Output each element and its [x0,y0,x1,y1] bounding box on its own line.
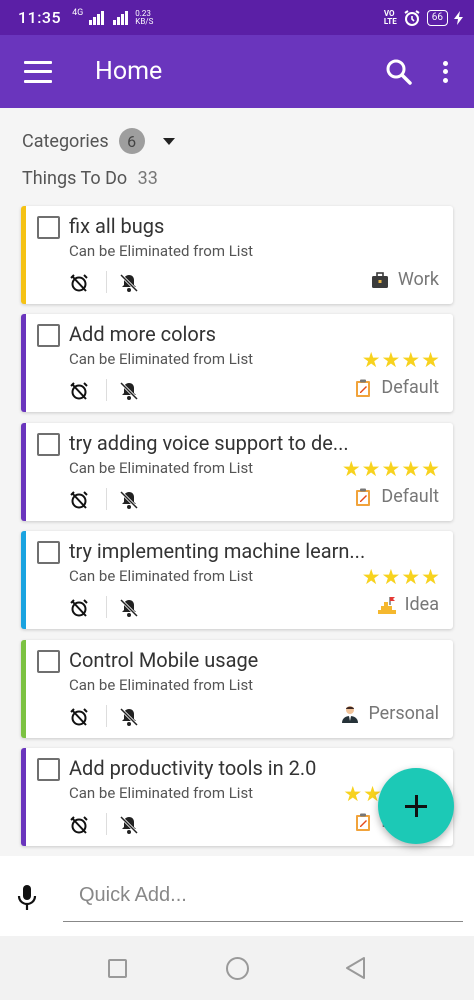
things-to-do-row: Things To Do 33 [22,168,158,189]
quick-add-bar [0,856,474,936]
recent-apps-icon[interactable] [108,959,127,978]
volte-icon: VO LTE [383,9,397,26]
alarm-off-icon[interactable] [69,815,89,835]
task-category-label: Personal [368,703,439,724]
task-checkbox[interactable] [37,324,60,347]
categories-count-badge: 6 [118,128,145,154]
task-subtitle: Can be Eliminated from List [69,784,254,802]
alarm-off-icon[interactable] [69,707,89,727]
task-category[interactable]: Default [353,486,439,507]
network-type: 4G [72,8,84,18]
task-title: try implementing machine learn... [69,539,366,563]
priority-stars: ★★★★ [361,349,441,373]
page-title: Home [95,57,163,86]
alarm-off-icon[interactable] [69,273,89,293]
task-subtitle: Can be Eliminated from List [69,676,254,694]
task-checkbox[interactable] [37,216,60,239]
task-category-label: Default [381,377,439,398]
signal-icon-2 [113,10,129,25]
clipboard-icon [356,488,371,506]
stairs-flag-icon [377,596,396,614]
divider [106,596,107,618]
clipboard-icon [356,813,371,831]
priority-stars: ★★★★ [361,566,441,590]
alarm-off-icon[interactable] [69,490,89,510]
back-icon[interactable] [344,956,366,980]
task-card[interactable]: try implementing machine learn... Can be… [21,531,453,629]
task-category-label: Work [397,269,439,290]
network-speed: 0.23 KB/S [135,9,154,26]
status-bar: 11:35 4G 0.23 KB/S VO LTE 66 [0,0,474,35]
more-vert-icon[interactable] [443,60,449,83]
charging-icon [454,10,463,25]
task-category-label: Idea [404,594,439,615]
task-category[interactable]: Work [370,269,439,290]
task-checkbox[interactable] [37,541,60,564]
task-category-label: Default [381,486,439,507]
task-subtitle: Can be Eliminated from List [69,459,254,477]
battery-icon: 66 [426,9,448,26]
things-to-do-count: 33 [137,168,158,189]
task-title: Control Mobile usage [69,648,259,672]
notifications-off-icon[interactable] [120,815,138,835]
notifications-off-icon[interactable] [120,707,138,727]
task-category[interactable]: Idea [377,594,439,615]
task-title: Add productivity tools in 2.0 [69,756,317,780]
alarm-off-icon[interactable] [69,381,89,401]
task-card[interactable]: fix all bugs Can be Eliminated from List… [21,206,453,304]
task-title: Add more colors [69,322,216,346]
volte-bottom: LTE [383,16,397,26]
task-title: try adding voice support to de... [69,431,349,455]
status-time: 11:35 [18,8,62,27]
divider [106,705,107,727]
system-nav-bar [0,936,474,1000]
divider [106,379,107,401]
task-card[interactable]: Add more colors Can be Eliminated from L… [21,314,453,412]
priority-stars: ★★★★★ [341,458,441,482]
task-title: fix all bugs [69,214,165,238]
categories-label: Categories [22,130,109,152]
task-category[interactable]: Personal [340,703,439,724]
task-subtitle: Can be Eliminated from List [69,242,254,260]
task-checkbox[interactable] [37,758,60,781]
hamburger-menu-icon[interactable] [24,60,52,83]
home-icon[interactable] [226,957,249,980]
briefcase-icon [371,271,388,288]
task-card[interactable]: try adding voice support to de... Can be… [21,423,453,521]
notifications-off-icon[interactable] [120,490,138,510]
alarm-off-icon[interactable] [69,598,89,618]
person-icon [342,705,359,723]
signal-icon [89,10,105,25]
notifications-off-icon[interactable] [120,273,138,293]
task-checkbox[interactable] [37,433,60,456]
task-subtitle: Can be Eliminated from List [69,350,254,368]
categories-dropdown-icon[interactable] [162,137,175,145]
divider [106,271,107,293]
task-list-area[interactable]: Categories 6 Things To Do 33 fix all bug… [0,108,474,856]
add-task-fab-button[interactable] [378,768,454,844]
quick-add-input[interactable] [63,870,463,922]
divider [106,813,107,835]
speed-unit: KB/S [135,16,154,26]
clipboard-icon [356,379,371,397]
task-card[interactable]: Control Mobile usage Can be Eliminated f… [21,640,453,738]
task-category[interactable]: Default [353,377,439,398]
task-subtitle: Can be Eliminated from List [69,567,254,585]
task-checkbox[interactable] [37,650,60,673]
alarm-clock-icon [404,9,420,26]
notifications-off-icon[interactable] [120,381,138,401]
search-icon[interactable] [385,58,413,86]
things-to-do-label: Things To Do [22,168,128,189]
status-right: VO LTE 66 [384,9,464,27]
app-bar: Home [0,35,474,108]
divider [106,488,107,510]
notifications-off-icon[interactable] [120,598,138,618]
microphone-icon[interactable] [16,884,38,912]
categories-row[interactable]: Categories 6 [22,128,175,154]
